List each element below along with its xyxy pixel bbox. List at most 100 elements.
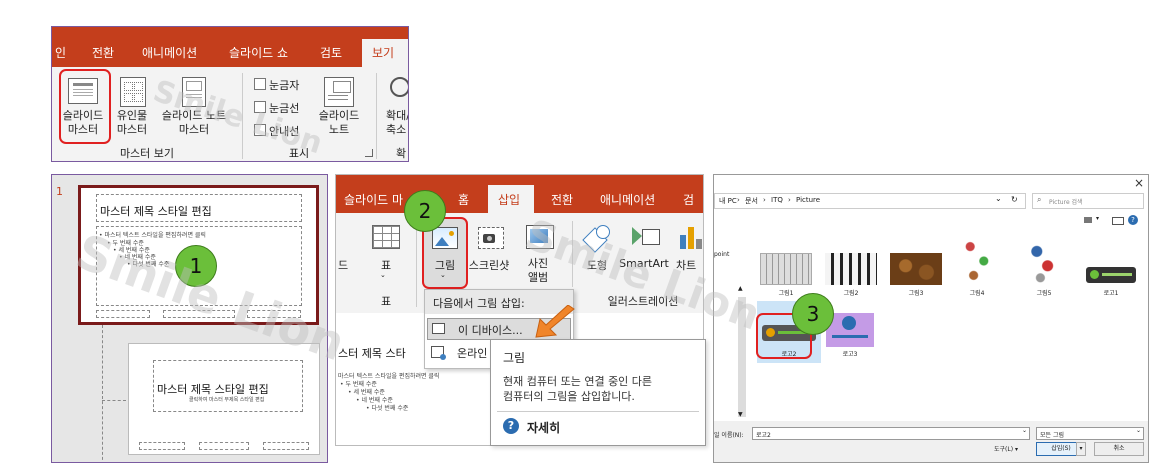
- file-thumbnail-keyboard[interactable]: [760, 253, 812, 285]
- tab-transitions[interactable]: 전환: [92, 39, 114, 67]
- chart-button[interactable]: 차트: [676, 257, 703, 273]
- tooltip-more-link[interactable]: 자세히: [527, 419, 560, 436]
- chevron-down-icon[interactable]: ⌄: [995, 194, 1002, 203]
- tooltip-divider: [497, 411, 699, 412]
- filename-value: 로고2: [756, 432, 771, 439]
- file-label: 그림2: [843, 290, 859, 297]
- guides-check-box[interactable]: [254, 124, 266, 136]
- path-separator: ›: [788, 196, 791, 204]
- tab-slide-master[interactable]: 슬라이드 마: [344, 186, 403, 214]
- file-label: 그림4: [969, 290, 985, 297]
- smartart-icon: [632, 225, 660, 247]
- file-thumbnail-icons[interactable]: [960, 237, 994, 285]
- zoom-icon: [390, 77, 408, 97]
- chevron-down-icon[interactable]: ⌄: [1136, 427, 1141, 434]
- picture-tooltip: 그림 현재 컴퓨터 또는 연결 중인 다른 컴퓨터의 그림을 삽입합니다. ? …: [490, 339, 706, 446]
- path-segment[interactable]: 문서: [745, 196, 758, 206]
- group-divider-2: [376, 73, 377, 159]
- filename-label: 일 이름(N):: [714, 432, 744, 439]
- photo-album-button[interactable]: 사진 앨범: [518, 257, 558, 285]
- tab-animations[interactable]: 애니메이션: [600, 186, 655, 214]
- path-segment[interactable]: Picture: [796, 196, 820, 204]
- dialog-launcher-icon[interactable]: [365, 149, 373, 157]
- footer-text-placeholder: [163, 310, 235, 318]
- nav-item[interactable]: point: [714, 251, 729, 258]
- show-group-label: 표시: [288, 147, 310, 160]
- address-bar[interactable]: 내 PC › 문서 › ITQ › Picture ⌄ ↻: [714, 193, 1026, 209]
- guides-checkbox[interactable]: 안내선: [254, 123, 299, 139]
- tools-button[interactable]: 도구(L) ▾: [994, 444, 1018, 453]
- help-icon[interactable]: ?: [1128, 215, 1138, 225]
- master-views-group-label: 마스터 보기: [119, 147, 175, 160]
- gridlines-check-box[interactable]: [254, 101, 266, 113]
- view-options-icon[interactable]: [1084, 217, 1092, 223]
- screenshot-button[interactable]: 스크린샷: [464, 257, 514, 273]
- filetype-select[interactable]: 모든 그림 ⌄: [1036, 427, 1144, 440]
- scroll-up-icon[interactable]: ▲: [738, 285, 743, 292]
- file-thumbnail-logo1[interactable]: [1086, 267, 1136, 283]
- scroll-down-icon[interactable]: ▼: [738, 411, 743, 418]
- close-icon[interactable]: ×: [1134, 176, 1144, 190]
- refresh-icon[interactable]: ↻: [1011, 195, 1018, 204]
- tab-review[interactable]: 검토: [683, 186, 703, 235]
- tab-review[interactable]: 검토: [320, 39, 342, 67]
- ruler-check-box[interactable]: [254, 78, 266, 90]
- insert-dropdown-button[interactable]: ▾: [1076, 442, 1086, 456]
- guides-label: 안내선: [269, 125, 300, 138]
- table-dropdown-chevron[interactable]: ⌄: [380, 271, 386, 279]
- file-thumbnail-coffee[interactable]: [890, 253, 942, 285]
- title-layout-thumbnail[interactable]: 마스터 제목 스타일 편집 클릭하여 마스터 부제목 스타일 편집: [128, 343, 320, 455]
- shapes-button[interactable]: 도형: [582, 257, 612, 273]
- filename-input[interactable]: 로고2 ⌄: [752, 427, 1030, 440]
- file-thumbnail-objects[interactable]: [1026, 237, 1062, 285]
- cancel-button[interactable]: 취소: [1094, 442, 1144, 456]
- tab-insert[interactable]: 삽입: [498, 186, 520, 214]
- footer-number-placeholder: [247, 310, 301, 318]
- partial-ribbon-label: 드: [338, 259, 349, 272]
- insert-picture-dialog: × 내 PC › 문서 › ITQ › Picture ⌄ ↻ ⌕ Pictur…: [713, 174, 1149, 463]
- nav-scrollbar[interactable]: [738, 297, 746, 417]
- notes-master-icon: [182, 77, 206, 107]
- filetype-value: 모든 그림: [1040, 432, 1064, 439]
- tree-connector-horizontal: [102, 400, 126, 401]
- tab-transitions[interactable]: 전환: [551, 186, 573, 214]
- search-placeholder: Picture 검색: [1049, 199, 1083, 206]
- table-button[interactable]: 표: [376, 257, 396, 273]
- file-label: 그림5: [1036, 290, 1052, 297]
- zoom-group-label: 확: [396, 147, 407, 160]
- slide-number: 1: [56, 185, 63, 198]
- preview-pane-icon[interactable]: [1112, 217, 1124, 225]
- group-divider: [416, 221, 417, 307]
- tab-slideshow[interactable]: 슬라이드 쇼: [229, 39, 288, 67]
- zoom-button[interactable]: 확대/ 축소: [386, 109, 408, 137]
- notes-icon: [324, 77, 354, 107]
- handout-master-icon: [120, 77, 146, 107]
- path-separator: ›: [737, 196, 740, 204]
- notes-button[interactable]: 슬라이드 노트: [312, 109, 366, 137]
- file-thumbnail-piano[interactable]: [825, 253, 877, 285]
- view-dropdown-icon[interactable]: ▾: [1096, 215, 1099, 222]
- table-group-label: 표: [380, 295, 392, 308]
- tab-view[interactable]: 보기: [372, 39, 394, 67]
- handout-master-button[interactable]: 유인물 마스터: [110, 109, 154, 137]
- slide-master-pane: 1 마스터 제목 스타일 편집 • 마스터 텍스트 스타일을 편집하려면 클릭 …: [51, 174, 328, 463]
- step-3-badge: 3: [792, 293, 834, 335]
- view-ribbon-panel: 인 전환 애니메이션 슬라이드 쇼 검토 보기 슬라이드 마스터 유인물 마스터…: [51, 26, 409, 162]
- file-label: 로고1: [1103, 290, 1119, 297]
- chevron-down-icon[interactable]: ⌄: [1022, 427, 1027, 434]
- smartart-button[interactable]: SmartArt: [616, 257, 672, 270]
- path-segment[interactable]: ITQ: [771, 196, 783, 204]
- notes-master-button[interactable]: 슬라이드 노트 마스터: [154, 109, 234, 137]
- tab-insert-partial[interactable]: 인: [55, 39, 66, 67]
- gridlines-checkbox[interactable]: 눈금선: [254, 100, 299, 116]
- path-segment[interactable]: 내 PC: [719, 196, 737, 206]
- menu-header: 다음에서 그림 삽입:: [433, 297, 525, 310]
- group-divider-2: [572, 221, 573, 287]
- tab-home[interactable]: 홈: [458, 186, 469, 214]
- gridlines-label: 눈금선: [269, 102, 300, 115]
- ruler-checkbox[interactable]: 눈금자: [254, 77, 299, 93]
- slide-preview-level-5: • 다섯 번째 수준: [366, 405, 409, 412]
- search-box[interactable]: ⌕ Picture 검색: [1032, 193, 1144, 209]
- tab-animations[interactable]: 애니메이션: [142, 39, 197, 67]
- master-title-placeholder: 마스터 제목 스타일 편집: [96, 194, 302, 222]
